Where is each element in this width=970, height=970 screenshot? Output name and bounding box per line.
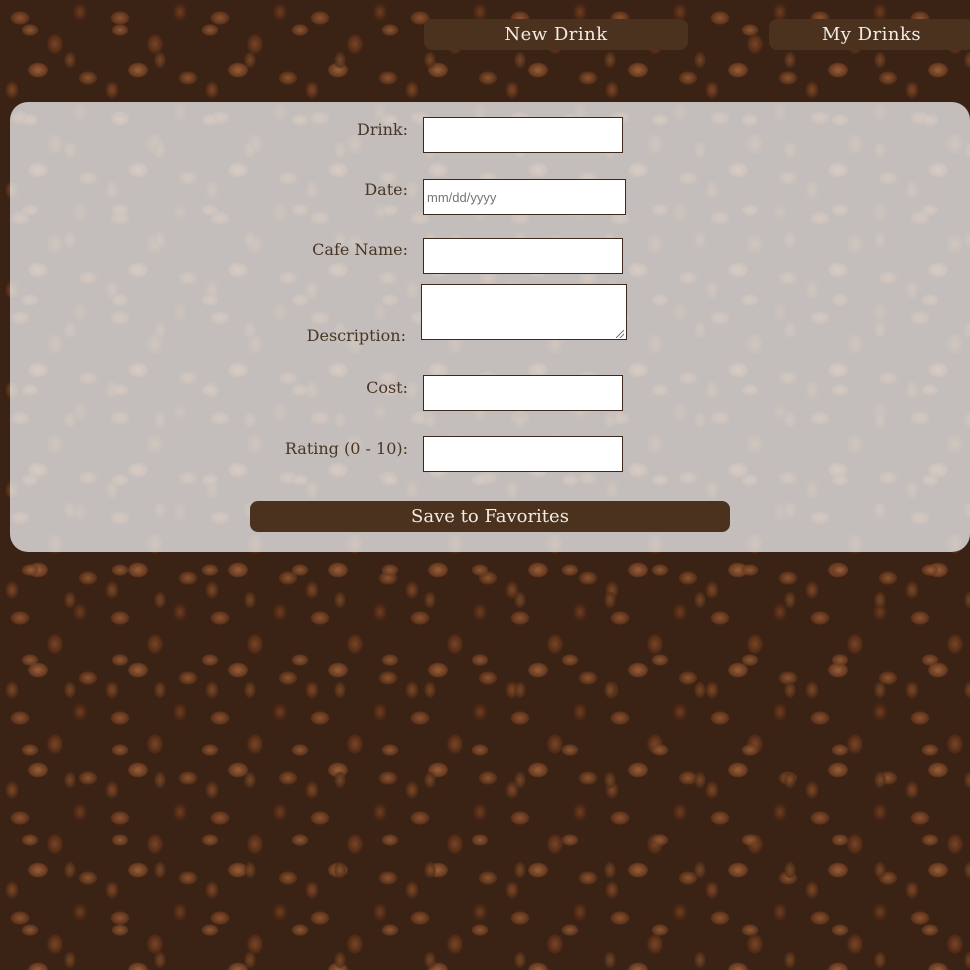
my-drinks-nav-button[interactable]: My Drinks (769, 19, 970, 50)
new-drink-form-panel: Drink: Date: Cafe Name: Description: Cos… (10, 102, 970, 552)
date-label: Date: (364, 180, 408, 199)
drink-label: Drink: (357, 120, 408, 139)
save-to-favorites-button[interactable]: Save to Favorites (250, 501, 730, 532)
rating-label: Rating (0 - 10): (284, 439, 408, 458)
cafe-name-label: Cafe Name: (312, 240, 408, 259)
rating-input[interactable] (423, 436, 623, 472)
cafe-name-input[interactable] (423, 238, 623, 274)
cost-label: Cost: (366, 378, 408, 397)
drink-input[interactable] (423, 117, 623, 153)
description-textarea[interactable] (421, 284, 627, 340)
description-label: Description: (306, 326, 406, 345)
new-drink-nav-button[interactable]: New Drink (424, 19, 688, 50)
textarea-resize-handle[interactable] (616, 330, 624, 338)
date-input[interactable] (423, 179, 626, 215)
cost-input[interactable] (423, 375, 623, 411)
